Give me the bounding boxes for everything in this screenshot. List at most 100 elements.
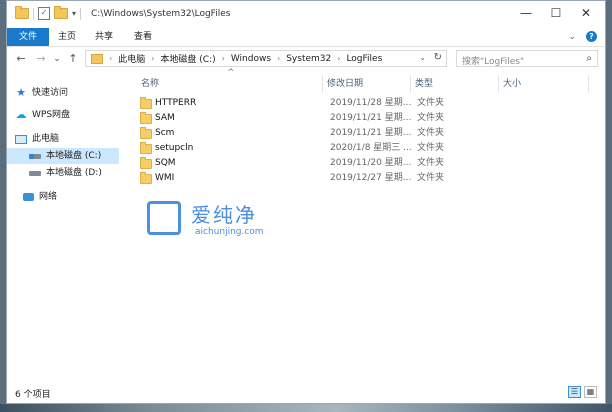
column-header-type[interactable]: 类型 [411,75,499,93]
table-row[interactable]: SAM 2019/11/21 星期... 文件夹 [137,111,477,126]
watermark-logo: 爱纯净 aichunjing.com [147,199,297,247]
title-bar: ✓ ▾ C:\Windows\System32\LogFiles — ☐ ✕ [7,1,605,28]
sidebar-item-wps-cloud[interactable]: ☁ WPS网盘 [15,107,115,123]
file-name: Scm [155,128,175,138]
sidebar-item-network[interactable]: 网络 [23,189,113,205]
file-type: 文件夹 [417,143,445,153]
details-view-icon[interactable]: ☰ [568,386,581,398]
file-date: 2019/11/20 星期... [330,158,412,168]
breadcrumb-separator: › [109,54,113,63]
window-controls: — ☐ ✕ [511,1,601,25]
cloud-icon: ☁ [15,108,27,121]
watermark-domain: aichunjing.com [195,227,264,237]
file-name: SAM [155,113,175,123]
column-header-date-modified[interactable]: 修改日期 [323,75,411,93]
address-history-chevron-icon[interactable]: ⌄ [419,53,426,62]
breadcrumb-separator[interactable]: › [222,54,225,63]
navigation-bar: ← → ⌄ ↑ › 此电脑 › 本地磁盘 (C:) › Windows › Sy… [7,47,605,71]
breadcrumb-separator[interactable]: › [277,54,280,63]
file-type: 文件夹 [417,98,445,108]
desktop-background [0,404,612,412]
item-count: 6 个项目 [15,390,51,400]
breadcrumb-windows[interactable]: Windows [231,54,271,64]
tab-share[interactable]: 共享 [84,28,124,46]
tab-file[interactable]: 文件 [7,28,50,46]
file-type: 文件夹 [417,173,445,183]
file-name: HTTPERR [155,98,197,108]
breadcrumb-separator[interactable]: › [337,54,340,63]
table-row[interactable]: WMI 2019/12/27 星期... 文件夹 [137,171,477,186]
file-date: 2020/1/8 星期三 ... [330,143,412,153]
toolbar-divider [33,7,34,20]
search-icon[interactable]: ⌕ [586,53,592,64]
refresh-icon[interactable]: ↻ [434,52,442,63]
folder-icon [91,53,103,64]
sidebar-item-quick-access[interactable]: ★ 快速访问 [15,85,115,101]
minimize-button[interactable]: — [511,1,541,25]
navigation-pane: ★ 快速访问 ☁ WPS网盘 此电脑 本地磁盘 (C:) 本地磁盘 (D:) 网… [7,75,125,381]
file-list-pane: ^ 名称 修改日期 类型 大小 HTTPERR 2019/11/28 星期...… [125,68,605,383]
tab-view[interactable]: 查看 [123,28,163,46]
file-type: 文件夹 [417,113,445,123]
file-date: 2019/11/21 星期... [330,128,412,138]
close-button[interactable]: ✕ [571,1,601,25]
ribbon-controls: ⌄ ? [568,31,597,42]
recent-locations-chevron-icon[interactable]: ⌄ [49,51,65,67]
forward-arrow-icon[interactable]: → [33,51,49,67]
properties-check-icon[interactable]: ✓ [38,7,50,20]
address-bar[interactable]: › 此电脑 › 本地磁盘 (C:) › Windows › System32 ›… [85,50,447,67]
sidebar-item-this-pc[interactable]: 此电脑 [15,131,115,147]
file-name: WMI [155,173,175,183]
drive-icon [29,170,41,176]
breadcrumb-logfiles[interactable]: LogFiles [346,54,382,64]
folder-icon[interactable] [15,6,29,19]
search-input[interactable]: 搜索"LogFiles" ⌕ [456,50,598,67]
status-bar: 6 个项目 ☰ ▦ [7,383,605,403]
folder-icon [140,127,152,139]
new-folder-icon[interactable] [54,6,68,19]
tab-home[interactable]: 主页 [47,28,87,46]
table-row[interactable]: SQM 2019/11/20 星期... 文件夹 [137,156,477,171]
file-type: 文件夹 [417,158,445,168]
breadcrumb-system32[interactable]: System32 [286,54,331,64]
sidebar-item-label: 网络 [39,192,58,202]
network-icon [23,193,34,201]
column-header-name[interactable]: 名称 [137,75,323,93]
help-icon[interactable]: ? [586,31,597,42]
watermark-logo-icon [147,201,181,235]
column-header-size[interactable]: 大小 [499,75,589,93]
folder-icon [140,142,152,154]
breadcrumb-this-pc[interactable]: 此电脑 [118,52,145,65]
sidebar-item-drive-c[interactable]: 本地磁盘 (C:) [7,148,119,164]
star-icon: ★ [16,86,26,99]
quick-access-toolbar: ✓ ▾ [15,6,82,20]
breadcrumb-separator[interactable]: › [151,54,154,63]
view-switcher: ☰ ▦ [568,386,597,398]
search-placeholder: 搜索"LogFiles" [462,57,525,67]
folder-icon [140,112,152,124]
large-icons-view-icon[interactable]: ▦ [584,386,597,398]
ribbon-tabs: 文件 主页 共享 查看 ⌄ ? [7,28,605,47]
sidebar-item-label: 本地磁盘 (C:) [46,151,102,161]
file-date: 2019/11/28 星期... [330,98,412,108]
up-arrow-icon[interactable]: ↑ [65,51,81,67]
table-row[interactable]: Scm 2019/11/21 星期... 文件夹 [137,126,477,141]
sidebar-item-label: 本地磁盘 (D:) [46,168,102,178]
table-row[interactable]: setupcln 2020/1/8 星期三 ... 文件夹 [137,141,477,156]
customize-toolbar-chevron-icon[interactable]: ▾ [72,9,76,18]
sidebar-item-label: WPS网盘 [32,110,71,120]
file-name: SQM [155,158,176,168]
maximize-button[interactable]: ☐ [541,1,571,25]
sidebar-item-label: 快速访问 [32,88,69,98]
expand-ribbon-chevron-icon[interactable]: ⌄ [568,32,576,42]
watermark-title: 爱纯净 [191,203,257,227]
folder-icon [140,97,152,109]
file-type: 文件夹 [417,128,445,138]
sidebar-item-label: 此电脑 [32,134,60,144]
back-arrow-icon[interactable]: ← [13,51,29,67]
window-title: C:\Windows\System32\LogFiles [91,9,231,19]
breadcrumb-drive-c[interactable]: 本地磁盘 (C:) [160,52,215,65]
file-date: 2019/12/27 星期... [330,173,412,183]
sidebar-item-drive-d[interactable]: 本地磁盘 (D:) [29,165,119,181]
table-row[interactable]: HTTPERR 2019/11/28 星期... 文件夹 [137,96,477,111]
